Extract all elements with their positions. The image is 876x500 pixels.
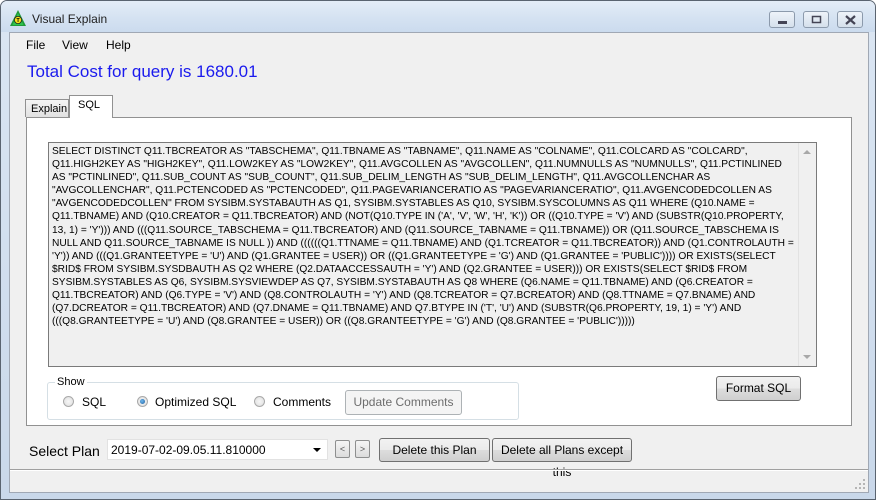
menu-view[interactable]: View: [62, 38, 88, 52]
radio-comments[interactable]: [254, 396, 265, 407]
minimize-icon: [778, 21, 787, 24]
sql-text-area[interactable]: SELECT DISTINCT Q11.TBCREATOR AS "TABSCH…: [48, 142, 817, 367]
maximize-icon: [811, 15, 822, 24]
scroll-up-arrow-icon[interactable]: [803, 150, 811, 154]
radio-optimized-sql[interactable]: [137, 396, 148, 407]
scroll-down-arrow-icon[interactable]: [803, 355, 811, 359]
sql-tab-panel: SELECT DISTINCT Q11.TBCREATOR AS "TABSCH…: [26, 117, 852, 426]
visual-explain-window: T Visual Explain File View Help Total Co…: [0, 0, 876, 500]
select-plan-label: Select Plan: [29, 443, 100, 459]
previous-plan-button[interactable]: <: [335, 440, 350, 458]
sql-vertical-scrollbar[interactable]: [798, 143, 816, 366]
update-comments-button[interactable]: Update Comments: [345, 390, 462, 415]
radio-sql[interactable]: [63, 396, 74, 407]
resize-grip-icon[interactable]: [855, 479, 865, 489]
close-icon: [845, 15, 856, 25]
total-cost-label: Total Cost for query is 1680.01: [27, 62, 258, 81]
window-title: Visual Explain: [32, 12, 108, 26]
show-group-legend: Show: [55, 376, 87, 388]
tab-explain[interactable]: Explain: [25, 99, 69, 117]
status-bar-divider-highlight: [10, 470, 868, 471]
close-button[interactable]: [837, 11, 863, 28]
format-sql-button[interactable]: Format SQL: [716, 376, 801, 401]
client-area: File View Help Total Cost for query is 1…: [9, 32, 869, 493]
menu-bar: File View Help: [10, 33, 868, 55]
plan-select-dropdown[interactable]: 2019-07-02-09.05.11.810000: [107, 439, 328, 460]
tab-sql[interactable]: SQL: [69, 95, 113, 118]
sql-query-text[interactable]: SELECT DISTINCT Q11.TBCREATOR AS "TABSCH…: [52, 145, 797, 328]
next-plan-button[interactable]: >: [355, 440, 370, 458]
radio-optimized-sql-label[interactable]: Optimized SQL: [155, 395, 236, 409]
show-options-group: Show SQL Optimized SQL Comments Update C…: [47, 376, 519, 420]
minimize-button[interactable]: [769, 11, 795, 28]
delete-plan-button[interactable]: Delete this Plan: [379, 438, 490, 462]
menu-file[interactable]: File: [26, 38, 45, 52]
menu-help[interactable]: Help: [106, 38, 131, 52]
title-bar[interactable]: T Visual Explain: [1, 1, 875, 32]
chevron-down-icon[interactable]: [313, 448, 321, 452]
delete-other-plans-button[interactable]: Delete all Plans except this: [492, 438, 632, 479]
radio-sql-label[interactable]: SQL: [82, 395, 106, 409]
plan-select-value: 2019-07-02-09.05.11.810000: [111, 443, 266, 457]
radio-comments-label[interactable]: Comments: [273, 395, 331, 409]
maximize-button[interactable]: [803, 11, 829, 28]
visual-explain-app-icon: T: [10, 10, 26, 26]
